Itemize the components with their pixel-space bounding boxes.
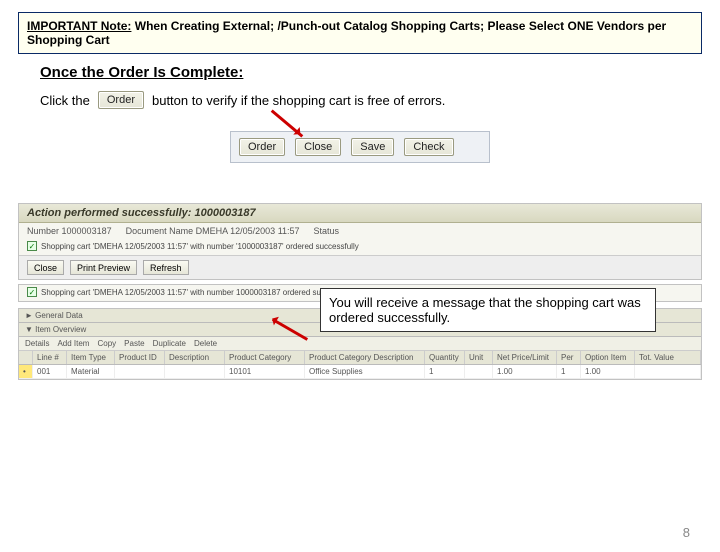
table-header-row: Line # Item Type Product ID Description … <box>19 351 701 365</box>
tool-delete[interactable]: Delete <box>194 339 217 348</box>
tool-duplicate[interactable]: Duplicate <box>153 339 186 348</box>
close-button-2[interactable]: Close <box>27 260 64 275</box>
verify-text: button to verify if the shopping cart is… <box>152 93 445 108</box>
click-the-text: Click the <box>40 93 90 108</box>
sap-result-panel-1: Action performed successfully: 100000318… <box>18 203 702 280</box>
refresh-button[interactable]: Refresh <box>143 260 189 275</box>
important-note-box: IMPORTANT Note: When Creating External; … <box>18 12 702 54</box>
table-toolbar: Details Add Item Copy Paste Duplicate De… <box>19 337 701 351</box>
close-button[interactable]: Close <box>295 138 341 156</box>
sap-info-row: Number 1000003187 Document Name DMEHA 12… <box>19 223 701 239</box>
sap-result-header: Action performed successfully: 100000318… <box>19 204 701 223</box>
sap-toolbar-1: Close Print Preview Refresh <box>19 255 701 279</box>
tool-paste[interactable]: Paste <box>124 339 144 348</box>
sap-success-line-1: ✓ Shopping cart 'DMEHA 12/05/2003 11:57'… <box>19 239 701 255</box>
tool-add-item[interactable]: Add Item <box>57 339 89 348</box>
check-icon: ✓ <box>27 241 37 251</box>
check-button[interactable]: Check <box>404 138 453 156</box>
order-button[interactable]: Order <box>239 138 285 156</box>
tool-details[interactable]: Details <box>25 339 49 348</box>
table-row[interactable]: • 001 Material 10101 Office Supplies 1 1… <box>19 365 701 379</box>
arrow-icon <box>271 109 304 137</box>
print-preview-button[interactable]: Print Preview <box>70 260 137 275</box>
button-row-panel: Order Close Save Check <box>230 131 490 163</box>
success-msg-2: Shopping cart 'DMEHA 12/05/2003 11:57' w… <box>41 288 356 297</box>
page-number: 8 <box>683 525 690 540</box>
success-msg-1: Shopping cart 'DMEHA 12/05/2003 11:57' w… <box>41 242 359 251</box>
success-callout: You will receive a message that the shop… <box>320 288 656 332</box>
section-heading: Once the Order Is Complete: <box>40 64 720 81</box>
note-prefix: IMPORTANT Note: <box>27 19 131 33</box>
save-button[interactable]: Save <box>351 138 394 156</box>
check-icon: ✓ <box>27 287 37 297</box>
instruction-line: Click the Order button to verify if the … <box>40 91 720 109</box>
tool-copy[interactable]: Copy <box>97 339 116 348</box>
order-button-inline[interactable]: Order <box>98 91 144 109</box>
